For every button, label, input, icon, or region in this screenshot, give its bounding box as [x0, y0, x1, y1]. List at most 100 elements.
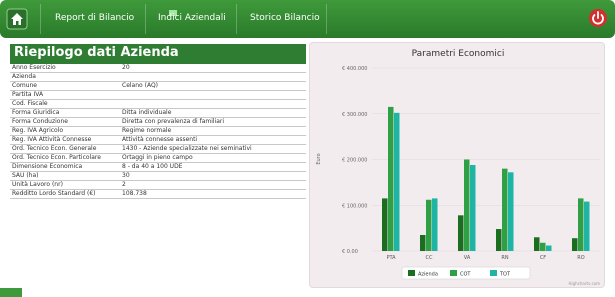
summary-row-value: Ditta individuale	[120, 108, 306, 118]
chart-bar	[508, 172, 514, 251]
nav-item-storico-bilancio[interactable]: Storico Bilancio	[250, 13, 320, 23]
chart-x-tick-label: RO	[577, 255, 584, 261]
summary-row: Unità Lavoro (nr) 2	[10, 180, 306, 190]
chart-x-tick-label: PTA	[386, 255, 396, 261]
nav-separator	[236, 4, 237, 34]
chart-bar	[464, 159, 470, 251]
chart-legend-label: TOT	[499, 272, 511, 278]
chart-bar	[420, 234, 426, 251]
summary-table: Anno Esercizio 20 Azienda Comune Celano (AQ)…	[10, 64, 306, 199]
chart-credit: Highcharts.com	[569, 281, 601, 286]
summary-title: Riepilogo dati Azienda	[10, 44, 306, 64]
summary-row: SAU (ha) 30	[10, 171, 306, 181]
summary-row-label: Redditto Lordo Standard (€)	[10, 189, 120, 199]
summary-row: Comune Celano (AQ)	[10, 81, 306, 91]
chart-bar	[534, 237, 540, 251]
chart-bar	[584, 201, 590, 251]
summary-row: Anno Esercizio 20	[10, 64, 306, 73]
summary-row-value: Diretta con prevalenza di familiari	[120, 117, 306, 127]
chart-bar	[572, 238, 578, 251]
chart-bar	[578, 198, 584, 251]
nav-separator	[326, 4, 327, 34]
summary-row-label: Reg. IVA Attività Connesse	[10, 135, 120, 145]
chart-bar	[432, 198, 438, 251]
chart-y-tick-label: € 0.00	[342, 249, 358, 255]
summary-row: Ord. Tecnico Econ. Particolare Ortaggi in…	[10, 153, 306, 163]
summary-row-label: Forma Giuridica	[10, 108, 120, 118]
summary-row-value: 2	[120, 180, 306, 190]
summary-row-label: Dimensione Economica	[10, 162, 120, 172]
chart-y-tick-label: € 400.000	[342, 66, 367, 72]
summary-row: Forma Conduzione Diretta con prevalenza d…	[10, 117, 306, 127]
company-summary-panel: Riepilogo dati Azienda Anno Esercizio 20 A…	[10, 44, 306, 199]
summary-row: Cod. Fiscale	[10, 99, 306, 109]
summary-row: Reg. IVA Agricolo Regime normale	[10, 126, 306, 136]
summary-row: Dimensione Economica 8 - da 40 a 100 UDE	[10, 162, 306, 172]
chart-bar	[540, 242, 546, 251]
summary-row-value: 30	[120, 171, 306, 181]
summary-row-value: 20	[120, 64, 306, 73]
summary-row: Ord. Tecnico Econ. Generale 1430 - Aziend…	[10, 144, 306, 154]
chart-bar	[496, 229, 502, 251]
chart-legend-swatch	[450, 270, 457, 276]
chart-bar	[394, 112, 400, 252]
summary-row-label: Comune	[10, 81, 120, 91]
summary-row-value: Regime normale	[120, 126, 306, 136]
chart-title: Parametri Economici	[412, 49, 505, 59]
summary-row: Azienda	[10, 72, 306, 82]
summary-row-label: Unità Lavoro (nr)	[10, 180, 120, 190]
chart-legend-label: COT	[460, 272, 471, 278]
summary-row: Partita IVA	[10, 90, 306, 100]
chart-bar	[470, 164, 476, 251]
summary-row: Redditto Lordo Standard (€) 108.738	[10, 189, 306, 199]
summary-row-value	[120, 99, 306, 109]
chart-legend-swatch	[490, 270, 497, 276]
chart-legend-swatch	[408, 270, 415, 276]
chart-legend-label: Azienda	[418, 272, 438, 278]
top-navigation-bar: Report di Bilancio Indici Aziendali Stor…	[0, 0, 615, 38]
summary-row: Forma Giuridica Ditta individuale	[10, 108, 306, 118]
nav-separator	[145, 4, 146, 34]
chart-bar	[388, 106, 394, 251]
summary-row: Reg. IVA Attività Connesse Attività conne…	[10, 135, 306, 145]
chart-x-tick-label: RN	[501, 255, 508, 261]
economic-parameters-chart: Parametri Economici Euro € 0.00 € 100.000 € …	[309, 42, 605, 288]
chart-y-axis-label: Euro	[316, 153, 322, 164]
chart-svg: Parametri Economici Euro € 0.00 € 100.000 € …	[316, 49, 601, 286]
home-icon[interactable]	[6, 8, 28, 30]
summary-row-value	[120, 90, 306, 100]
summary-row-label: Ord. Tecnico Econ. Generale	[10, 144, 120, 154]
summary-row-value: 8 - da 40 a 100 UDE	[120, 162, 306, 172]
summary-row-label: SAU (ha)	[10, 171, 120, 181]
summary-row-value: Celano (AQ)	[120, 81, 306, 91]
summary-row-value: Attività connesse assenti	[120, 135, 306, 145]
nav-item-report-bilancio[interactable]: Report di Bilancio	[55, 13, 134, 23]
chart-y-tick-label: € 100.000	[342, 203, 367, 209]
chart-x-tick-label: CF	[540, 255, 546, 261]
power-icon[interactable]	[588, 8, 608, 28]
chart-bar	[426, 199, 432, 251]
summary-row-label: Forma Conduzione	[10, 117, 120, 127]
chart-x-tick-label: CC	[426, 255, 433, 261]
summary-row-value	[120, 72, 306, 82]
summary-row-label: Azienda	[10, 72, 120, 82]
summary-row-label: Reg. IVA Agricolo	[10, 126, 120, 136]
chart-y-tick-label: € 300.000	[342, 112, 367, 118]
chart-x-tick-label: VA	[464, 255, 471, 261]
summary-row-value: Ortaggi in pieno campo	[120, 153, 306, 163]
chart-bar	[546, 245, 552, 251]
chart-bar	[502, 168, 508, 251]
summary-row-label: Ord. Tecnico Econ. Particolare	[10, 153, 120, 163]
summary-row-label: Anno Esercizio	[10, 64, 120, 73]
chart-y-tick-label: € 200.000	[342, 158, 367, 164]
summary-row-value: 108.738	[120, 189, 306, 199]
summary-row-label: Cod. Fiscale	[10, 99, 120, 109]
footer-strip	[0, 288, 22, 297]
nav-item-indici-aziendali[interactable]: Indici Aziendali	[158, 13, 226, 23]
summary-row-label: Partita IVA	[10, 90, 120, 100]
chart-bar	[382, 198, 388, 251]
nav-separator	[40, 4, 41, 34]
chart-bar	[458, 215, 464, 251]
cursor-icon	[168, 2, 178, 16]
summary-row-value: 1430 - Aziende specializzate nei seminat…	[120, 144, 306, 154]
